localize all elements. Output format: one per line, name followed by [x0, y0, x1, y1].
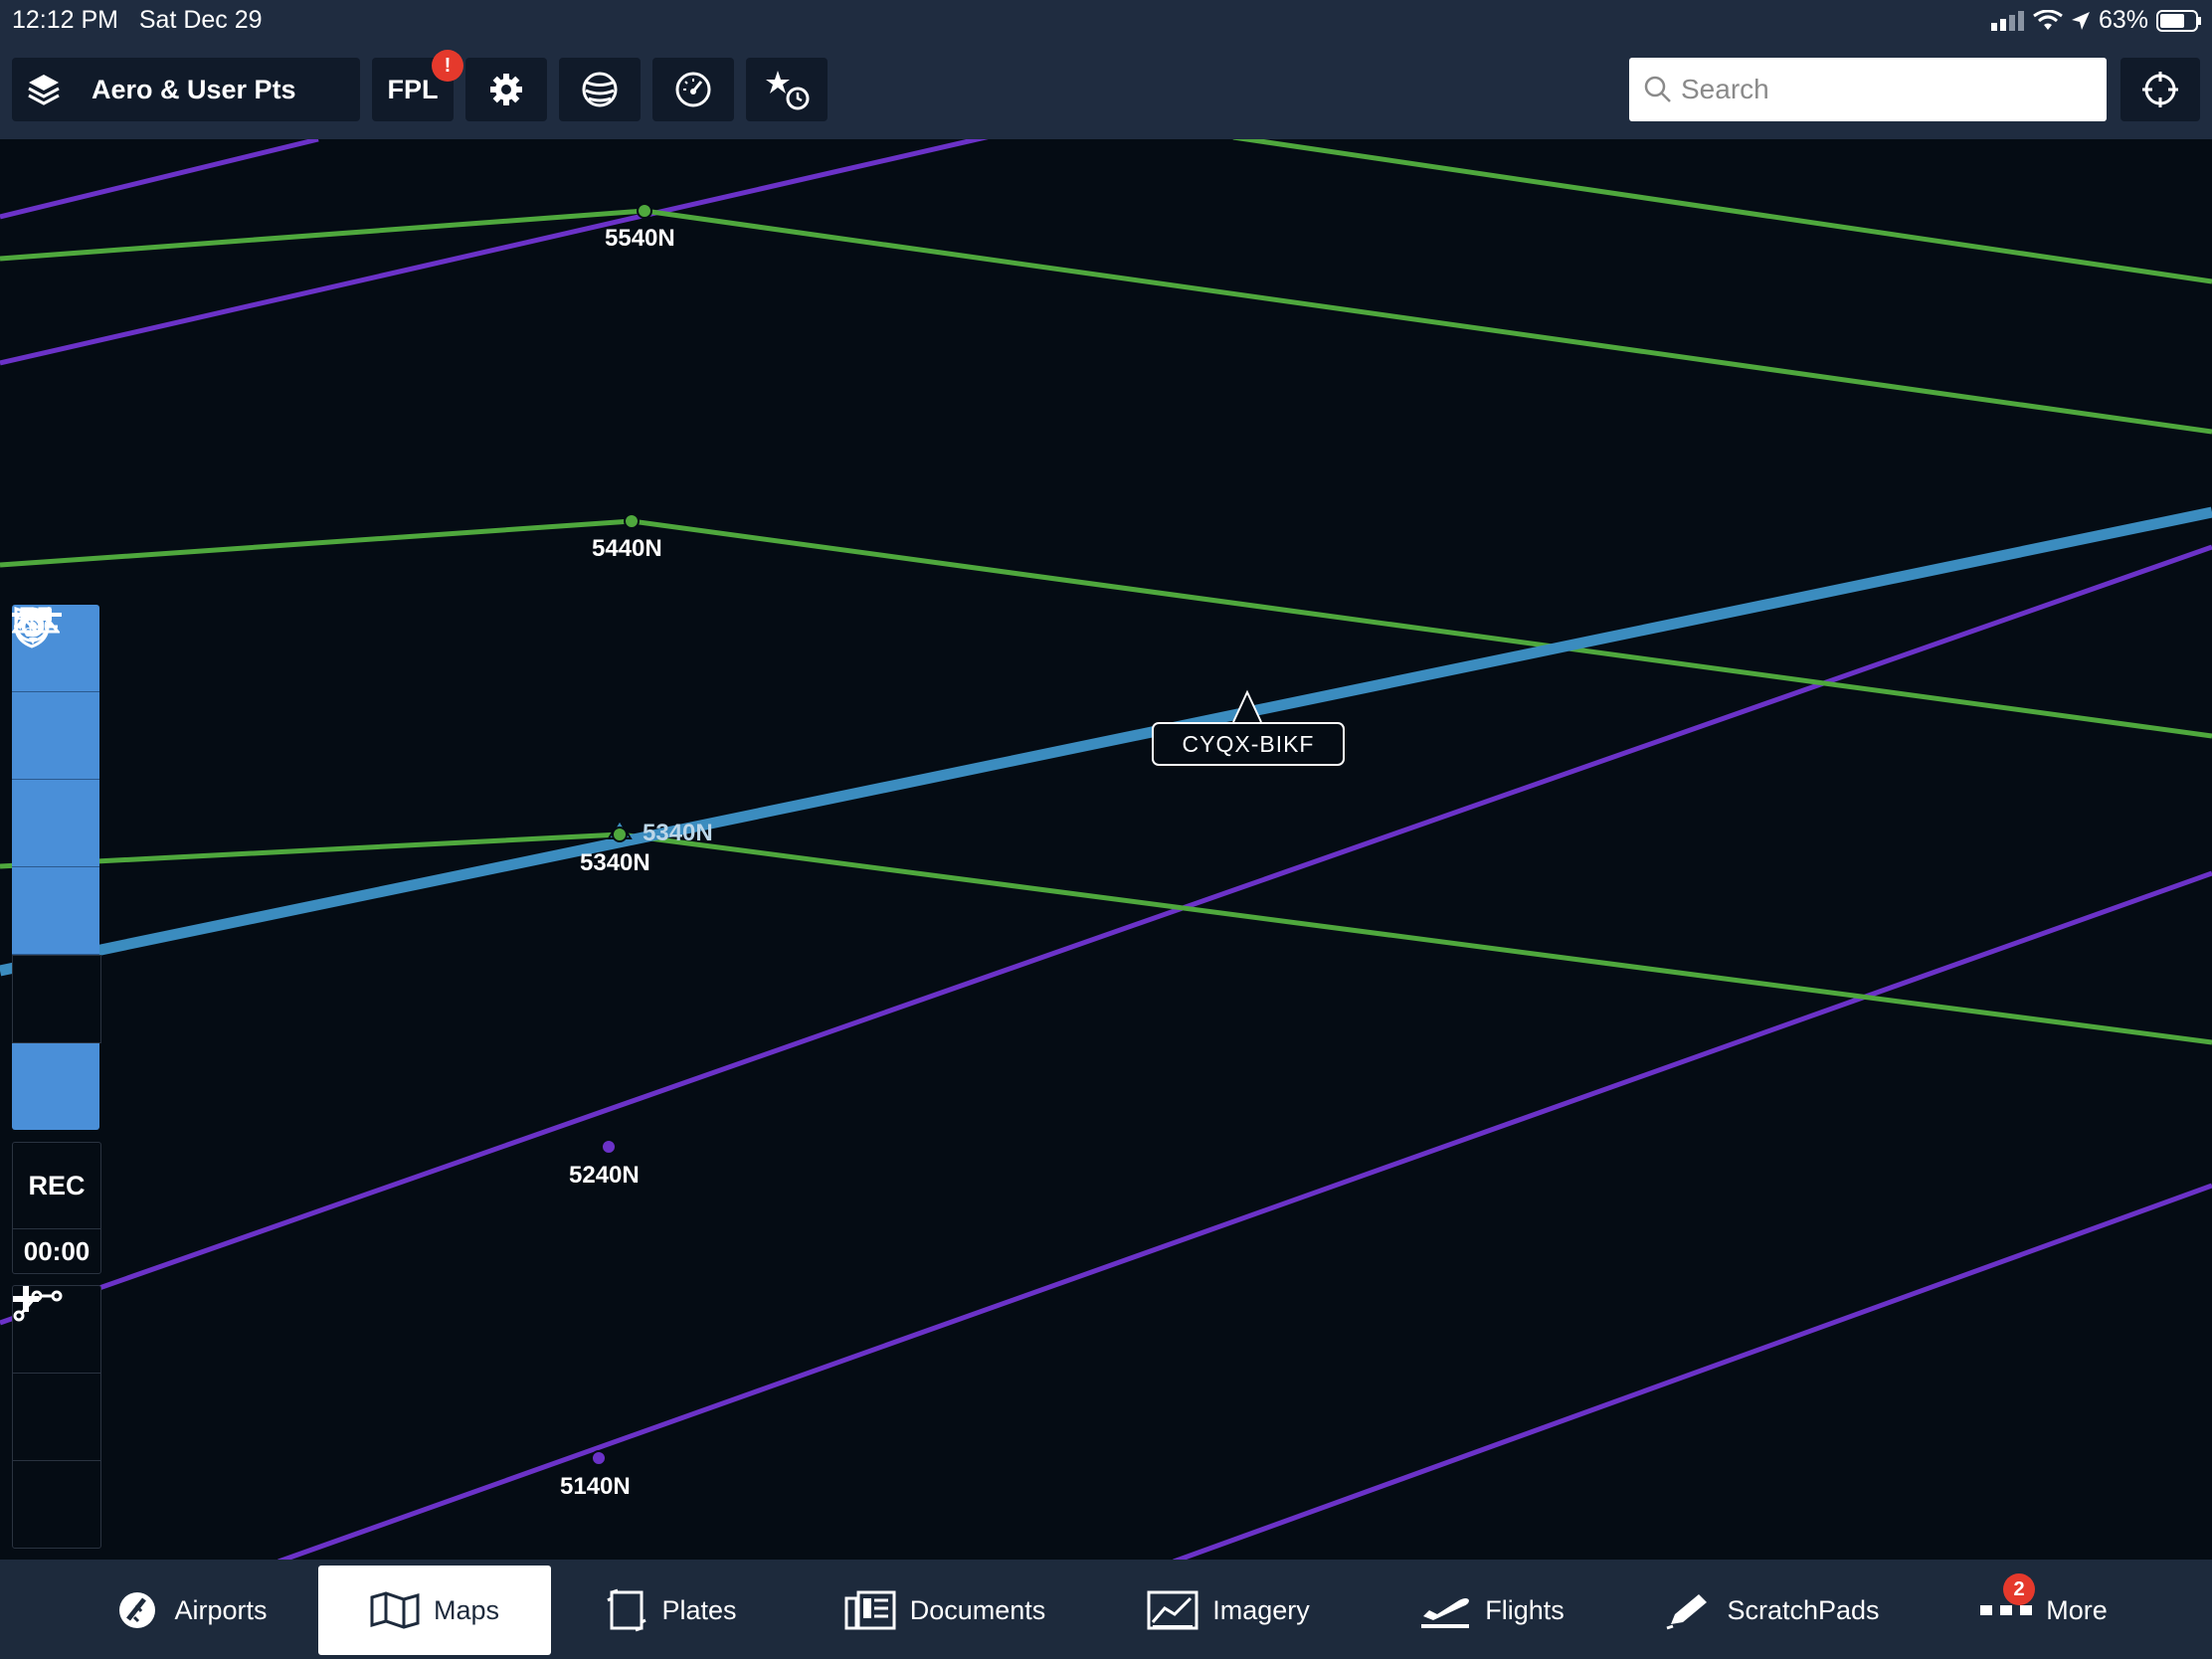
record-timer: 00:00 — [23, 1235, 91, 1266]
search-input[interactable] — [1679, 73, 2081, 106]
route-waypoint-label: 5340N — [643, 820, 713, 846]
globe-icon — [582, 72, 618, 107]
tab-scratchpads[interactable]: ScratchPads — [1663, 1566, 1882, 1655]
tab-flights[interactable]: Flights — [1412, 1566, 1571, 1655]
weather-globe-button[interactable] — [559, 58, 641, 121]
gauge-icon — [675, 72, 711, 107]
profile-view-button[interactable] — [12, 607, 99, 955]
status-time: 12:12 PM Sat Dec 29 — [12, 6, 263, 34]
tab-label: Plates — [661, 1594, 737, 1625]
top-toolbar: Aero & User Pts FPL ! — [0, 42, 2212, 139]
track-recorder[interactable]: REC 00:00 — [12, 1142, 101, 1274]
gear-icon — [490, 74, 522, 105]
tab-maps[interactable]: Maps — [318, 1566, 551, 1655]
waypoint-dot[interactable] — [624, 513, 640, 529]
search-field[interactable] — [1629, 58, 2107, 121]
tab-label: Maps — [433, 1594, 500, 1625]
map-canvas[interactable] — [0, 139, 2212, 1560]
waypoint-label: 5540N — [605, 225, 675, 252]
map-lower-tools — [12, 1285, 101, 1549]
status-bar: 12:12 PM Sat Dec 29 63% — [0, 0, 2212, 42]
tab-imagery[interactable]: Imagery — [1144, 1566, 1313, 1655]
star-clock-icon — [766, 71, 810, 110]
airplane-takeoff-icon — [1421, 1598, 1470, 1628]
imagery-icon — [1147, 1590, 1198, 1630]
terrain-button[interactable] — [12, 607, 101, 1043]
pencil-icon — [1666, 1594, 1708, 1630]
center-on-location-button[interactable] — [2120, 58, 2200, 121]
track-line — [0, 831, 2212, 1045]
tab-documents[interactable]: Documents — [835, 1566, 1054, 1655]
waypoint-dot[interactable] — [601, 1139, 617, 1155]
waypoint-dot[interactable] — [612, 827, 628, 842]
more-count-badge: 2 — [2003, 1573, 2035, 1605]
track-line — [0, 518, 2212, 739]
documents-icon — [844, 1590, 896, 1630]
battery-percent: 63% — [2098, 6, 2148, 34]
airways-button[interactable]: 35 — [12, 606, 99, 1130]
zoom-in-button[interactable] — [13, 1286, 100, 1461]
fpl-label: FPL — [387, 74, 439, 104]
settings-button[interactable] — [465, 58, 547, 121]
battery-icon — [2156, 9, 2201, 32]
waypoint-dot[interactable] — [591, 1450, 607, 1466]
airport-icon — [119, 1592, 156, 1628]
runway-button[interactable] — [12, 609, 99, 867]
more-dots-icon — [1980, 1605, 2033, 1615]
wifi-icon — [2033, 9, 2063, 30]
instrument-panel-button[interactable] — [12, 607, 99, 780]
crosshair-icon — [2142, 72, 2178, 107]
tab-label: Imagery — [1212, 1594, 1310, 1625]
track-line — [1232, 139, 2212, 284]
zoom-out-button[interactable] — [13, 1296, 100, 1548]
tab-label: Documents — [909, 1594, 1046, 1625]
favorites-recent-button[interactable] — [746, 58, 828, 121]
location-arrow-icon — [2071, 11, 2090, 30]
map-icon — [370, 1591, 420, 1629]
tab-airports[interactable]: Airports — [92, 1566, 290, 1655]
record-button[interactable]: REC — [13, 1143, 100, 1229]
waypoint-label: 5440N — [592, 535, 662, 562]
tab-more[interactable]: More 2 — [1979, 1566, 2109, 1655]
fpl-alert-badge: ! — [432, 50, 463, 82]
bottom-tab-bar: Airports Maps Plates Documents Imagery F… — [0, 1560, 2212, 1659]
route-label[interactable]: CYQX-BIKF — [1152, 722, 1345, 766]
track-line — [277, 870, 2212, 1560]
instruments-button[interactable] — [652, 58, 734, 121]
tab-label: More — [2046, 1594, 2108, 1625]
waypoint-label: 5140N — [560, 1473, 631, 1500]
flight-route-line[interactable] — [0, 506, 2212, 977]
plate-icon — [607, 1588, 647, 1632]
minus-icon — [13, 1296, 39, 1302]
signal-icon — [1990, 10, 2024, 31]
status-right: 63% — [1990, 6, 2202, 35]
search-icon — [1644, 76, 1671, 102]
track-line — [0, 544, 2212, 1326]
map-view[interactable]: 5540N 5440N 5340N 5340N 5240N 5140N CYQX… — [0, 139, 2212, 1560]
map-tool-column: 35 — [12, 605, 101, 1130]
layers-button[interactable]: Aero & User Pts — [12, 58, 360, 121]
track-line — [0, 139, 319, 220]
waypoint-label: 5240N — [569, 1162, 640, 1189]
svg-text:35: 35 — [25, 625, 39, 640]
layers-label: Aero & User Pts — [92, 74, 296, 104]
waypoint-label: 5340N — [580, 849, 650, 876]
track-line — [0, 208, 2212, 435]
highway-shield-icon: 35 — [14, 606, 50, 648]
tab-label: ScratchPads — [1727, 1594, 1880, 1625]
fpl-button[interactable]: FPL ! — [372, 50, 463, 121]
track-line — [1173, 1183, 2212, 1560]
tab-label: Airports — [174, 1594, 268, 1625]
tab-plates[interactable]: Plates — [597, 1566, 746, 1655]
layers-icon — [28, 75, 60, 105]
track-line — [0, 139, 989, 366]
tab-label: Flights — [1485, 1594, 1565, 1625]
waypoint-dot[interactable] — [637, 203, 652, 219]
